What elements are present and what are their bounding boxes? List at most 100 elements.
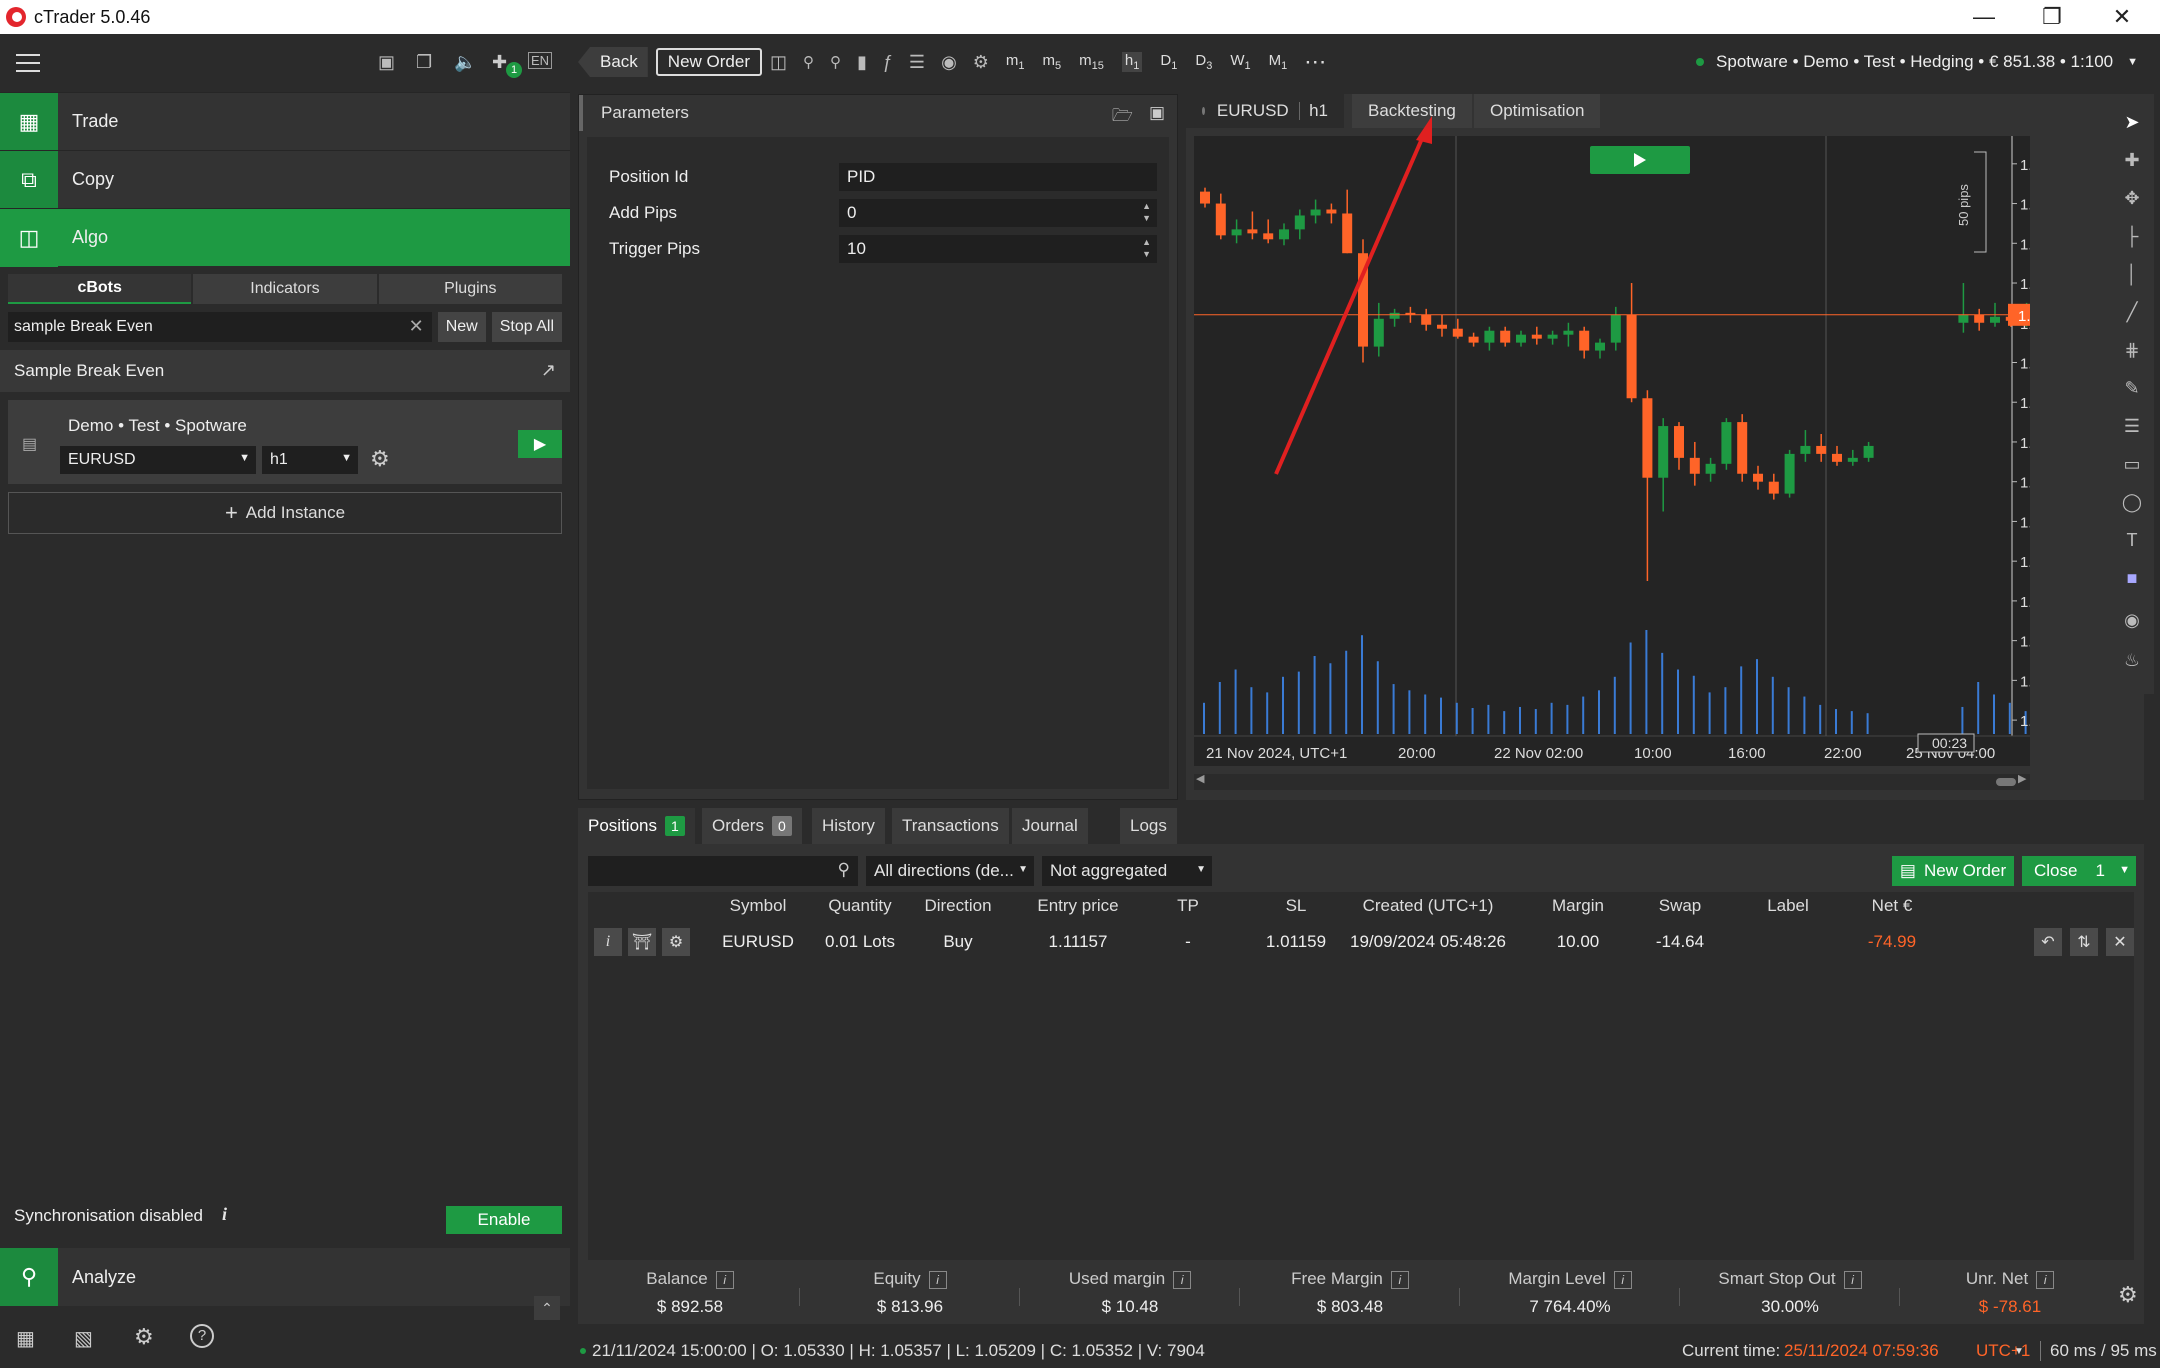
nav-copy[interactable]: ⧉ Copy [0, 150, 570, 209]
tab-transactions[interactable]: Transactions [892, 808, 1009, 844]
color-icon[interactable]: ■ [2110, 568, 2154, 589]
start-instance-button[interactable]: ▶ [518, 430, 562, 458]
column-header[interactable]: Created (UTC+1) [1338, 896, 1518, 916]
tab-backtesting[interactable]: Backtesting [1352, 94, 1472, 128]
position-shield-icon[interactable]: ⛩ [628, 928, 656, 956]
indicator-icon[interactable]: ƒ [883, 52, 893, 73]
horizontal-ray-icon[interactable]: ├ [2110, 226, 2154, 247]
instance-symbol-select[interactable]: EURUSD ▼ [60, 446, 256, 474]
help-icon[interactable]: ? [190, 1324, 214, 1348]
windows-icon[interactable]: ❐ [416, 52, 432, 73]
tab-history[interactable]: History [812, 808, 885, 844]
layout-icon[interactable]: ◫ [770, 52, 787, 73]
candlestick-chart[interactable]: 1.056001.054001.052001.050001.048001.046… [1194, 136, 2111, 766]
stepper-arrows-icon[interactable]: ▲ ▼ [1142, 200, 1151, 224]
sound-muted-icon[interactable]: 🔈 [454, 52, 476, 73]
new-cbot-button[interactable]: New [437, 312, 486, 342]
save-icon[interactable]: ▣ [1149, 103, 1165, 123]
nav-trade[interactable]: ▦ Trade [0, 92, 570, 151]
enable-sync-button[interactable]: Enable [446, 1206, 562, 1234]
minimize-button[interactable]: — [1950, 0, 2018, 34]
add-instance-button[interactable]: + Add Instance [8, 492, 562, 534]
timeframe-m15[interactable]: m15 [1079, 52, 1104, 72]
tab-indicators[interactable]: Indicators [193, 274, 377, 304]
close-positions-button[interactable]: Close 1 ▼ [2022, 856, 2136, 886]
chevron-down-icon[interactable]: ▼ [2119, 864, 2130, 876]
info-icon[interactable]: i [928, 1270, 947, 1289]
bottom-cbot-icon[interactable]: ▦ [16, 1326, 35, 1351]
zoom-in-icon[interactable]: ⚲ [830, 53, 841, 71]
column-header[interactable]: Label [1738, 896, 1838, 916]
sync-info-icon[interactable]: i [222, 1204, 227, 1225]
move-icon[interactable]: ✥ [2110, 188, 2154, 209]
column-header[interactable]: Direction [913, 896, 1003, 916]
tab-positions[interactable]: Positions 1 [578, 808, 695, 844]
tab-orders[interactable]: Orders 0 [702, 808, 802, 844]
positions-search-input[interactable]: ⚲ [588, 856, 858, 886]
close-window-button[interactable]: ✕ [2088, 0, 2156, 34]
nav-algo[interactable]: ◫ Algo [0, 208, 570, 267]
close-position-icon[interactable]: ✕ [2106, 928, 2134, 956]
scroll-left-icon[interactable]: ◀ [1196, 772, 1204, 785]
info-icon[interactable]: i [1613, 1270, 1632, 1289]
chevron-down-icon[interactable]: ▼ [2014, 1346, 2024, 1357]
timeframe-D1[interactable]: D1 [1160, 52, 1177, 72]
vertical-line-icon[interactable]: │ [2110, 264, 2154, 285]
brush-icon[interactable]: ✎ [2110, 378, 2154, 399]
settings-icon[interactable]: ⚙ [134, 1324, 154, 1350]
instance-timeframe-select[interactable]: h1 ▼ [262, 446, 358, 474]
hamburger-menu-icon[interactable] [16, 54, 40, 72]
info-icon[interactable]: i [2036, 1270, 2055, 1289]
chart-settings-icon[interactable]: ⚙ [973, 52, 989, 73]
column-header[interactable]: TP [1148, 896, 1228, 916]
account-selector[interactable]: Spotware • Demo • Test • Hedging • € 851… [1696, 52, 2138, 72]
camera-icon[interactable]: ◉ [2110, 610, 2154, 631]
timeframe-W1[interactable]: W1 [1230, 52, 1250, 72]
double-position-icon[interactable]: ⇅ [2070, 928, 2098, 956]
reverse-position-icon[interactable]: ↶ [2034, 928, 2062, 956]
param-add-pips-input[interactable]: 0 ▲ ▼ [839, 199, 1157, 227]
clear-search-icon[interactable]: ✕ [409, 316, 424, 337]
param-position-id-input[interactable]: PID [839, 163, 1157, 191]
position-info-icon[interactable]: i [594, 928, 622, 956]
language-badge[interactable]: EN [528, 52, 553, 69]
settings-gear-icon[interactable]: ⚙ [370, 446, 390, 472]
pitchfork-icon[interactable]: ⋕ [2110, 340, 2154, 361]
param-trigger-pips-input[interactable]: 10 ▲ ▼ [839, 235, 1157, 263]
fibonacci-icon[interactable]: ☰ [2110, 416, 2154, 437]
timeframe-m5[interactable]: m5 [1043, 52, 1062, 72]
plugins-icon[interactable]: ✚ [492, 52, 507, 73]
new-order-green-button[interactable]: ▤ New Order [1892, 856, 2014, 886]
chart-scrollbar[interactable]: ◀ ▶ [1194, 772, 2030, 790]
stepper-arrows-icon[interactable]: ▲ ▼ [1142, 236, 1151, 260]
layers-icon[interactable]: ☰ [909, 52, 925, 73]
cbot-item-sample-break-even[interactable]: Sample Break Even ↗ [0, 350, 570, 392]
info-icon[interactable]: i [1173, 1270, 1192, 1289]
timeframe-h1[interactable]: h1 [1121, 52, 1143, 72]
alert-bell-icon[interactable]: ♨ [2110, 650, 2154, 671]
summary-settings-icon[interactable]: ⚙ [2118, 1282, 2138, 1308]
tab-logs[interactable]: Logs [1120, 808, 1177, 844]
column-header[interactable]: Net € [1842, 896, 1942, 916]
tab-journal[interactable]: Journal [1012, 808, 1088, 844]
open-external-icon[interactable]: ↗ [541, 360, 556, 381]
column-header[interactable]: Swap [1630, 896, 1730, 916]
nav-analyze[interactable]: ⚲ Analyze [0, 1248, 570, 1306]
cbot-instance[interactable]: ▤ Demo • Test • Spotware EURUSD ▼ h1 ▼ ⚙… [8, 400, 562, 484]
ellipse-icon[interactable]: ◯ [2110, 492, 2154, 513]
direction-filter-select[interactable]: All directions (de... ▼ [866, 856, 1034, 886]
open-folder-icon[interactable]: 🗁 [1112, 103, 1133, 132]
column-header[interactable]: Quantity [810, 896, 910, 916]
scroll-right-icon[interactable]: ▶ [2018, 772, 2026, 785]
timeframe-M1[interactable]: M1 [1269, 52, 1288, 72]
cbot-search-input[interactable]: sample Break Even ✕ [8, 312, 432, 342]
timeframe-D3[interactable]: D3 [1195, 52, 1212, 72]
collapse-chevron-up-icon[interactable]: ⌃ [534, 1296, 560, 1320]
zoom-out-icon[interactable]: ⚲ [803, 53, 814, 71]
eye-icon[interactable]: ◉ [941, 52, 957, 73]
tab-cbots[interactable]: cBots [8, 274, 192, 304]
aggregation-select[interactable]: Not aggregated ▼ [1042, 856, 1212, 886]
column-header[interactable]: Margin [1528, 896, 1628, 916]
info-icon[interactable]: i [1390, 1270, 1409, 1289]
position-settings-icon[interactable]: ⚙ [662, 928, 690, 956]
